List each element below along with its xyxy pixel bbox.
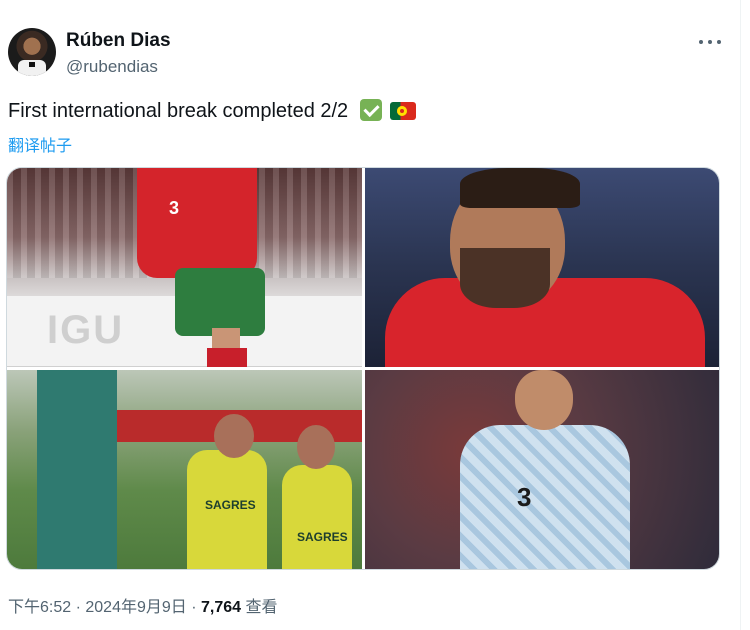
- media-grid: IGU 3 SAGRES SAGRES 3: [6, 167, 720, 570]
- player-shorts: [175, 268, 265, 336]
- photo-1[interactable]: IGU 3: [7, 168, 362, 367]
- photo-4[interactable]: 3: [365, 370, 719, 569]
- player-hair: [460, 168, 580, 208]
- player-head: [297, 425, 335, 469]
- view-count: 7,764: [201, 599, 242, 616]
- tweet-date[interactable]: 2024年9月9日: [85, 599, 186, 616]
- bib-logo: SAGRES: [205, 498, 256, 512]
- jersey-number: 3: [169, 198, 180, 218]
- player-back: [37, 370, 117, 569]
- views-label: 查看: [241, 599, 278, 616]
- jersey-number: 3: [517, 482, 532, 512]
- bib-logo: SAGRES: [297, 530, 348, 544]
- photo-2[interactable]: [365, 168, 719, 367]
- translate-link[interactable]: 翻译帖子: [8, 132, 72, 156]
- avatar-bowtie: [29, 62, 35, 67]
- column-border: [740, 0, 741, 630]
- player-bib: [282, 465, 352, 569]
- player-jersey: [137, 168, 257, 278]
- player-sock: [207, 348, 247, 367]
- avatar[interactable]: [8, 28, 56, 76]
- flag-icon: [390, 102, 417, 120]
- check-icon: [359, 99, 382, 121]
- tweet-time[interactable]: 下午6:52: [8, 599, 71, 616]
- tweet-meta: 下午6:52 · 2024年9月9日 · 7,764 查看: [8, 599, 278, 616]
- player-beard: [460, 248, 550, 308]
- tweet-text: First international break completed 2/2: [8, 99, 417, 123]
- author-name[interactable]: Rúben Dias: [66, 30, 171, 52]
- away-shirt: [460, 425, 630, 569]
- player-head: [515, 370, 573, 430]
- player-head: [214, 414, 254, 458]
- author-handle[interactable]: @rubendias: [66, 57, 158, 77]
- photo-3[interactable]: SAGRES SAGRES: [7, 370, 362, 569]
- more-icon[interactable]: [697, 38, 723, 46]
- tweet-body: First international break completed 2/2: [8, 100, 349, 122]
